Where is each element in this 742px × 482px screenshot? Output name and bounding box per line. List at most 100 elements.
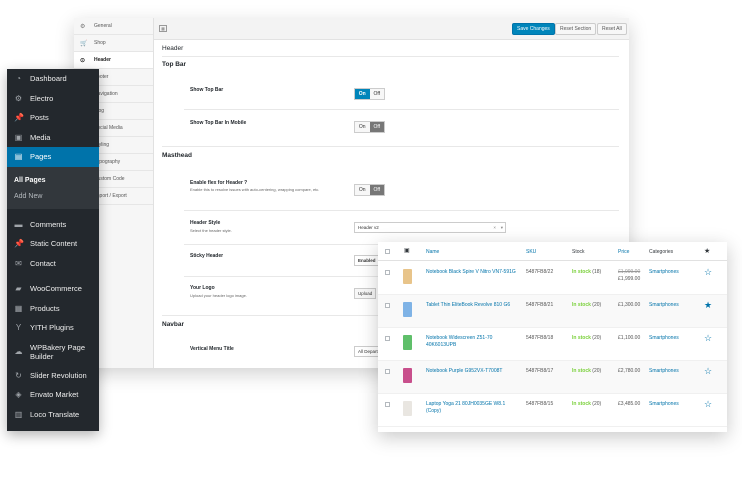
sidebar-item-woocommerce[interactable]: ▰ WooCommerce — [7, 279, 99, 299]
product-thumbnail[interactable] — [403, 368, 412, 383]
product-stock: In stock (20) — [572, 401, 601, 407]
save-changes-button[interactable]: Save Changes — [512, 23, 555, 35]
sidebar-item-label: Dashboard — [30, 74, 67, 84]
stock-status: In stock — [572, 368, 591, 374]
row-checkbox[interactable] — [385, 270, 390, 275]
table-row[interactable]: Notebook Purple G952VX-T7008T 5487FB8/17 I… — [378, 361, 727, 394]
comments-icon: ▬ — [14, 219, 23, 229]
product-stock: In stock (18) — [572, 269, 601, 275]
product-thumbnail[interactable] — [403, 269, 412, 284]
options-nav-label: Shop — [94, 40, 106, 46]
row-checkbox[interactable] — [385, 402, 390, 407]
pages-icon: ▤ — [14, 152, 23, 162]
product-category-link[interactable]: Smartphones — [649, 335, 679, 341]
product-stock: In stock (20) — [572, 302, 601, 308]
product-name-link[interactable]: Notebook Widescreen Z51-70 40K6013UPB — [426, 335, 521, 349]
product-name-link[interactable]: Notebook Purple G952VX-T7008T — [426, 368, 521, 375]
flex-header-label: Enable flex for Header ? — [190, 180, 248, 186]
section-title: Header — [162, 45, 184, 52]
product-category-link[interactable]: Smartphones — [649, 368, 679, 374]
sidebar-item-envato-market[interactable]: ◈ Envato Market — [7, 385, 99, 405]
submenu-all-pages[interactable]: All Pages — [7, 173, 99, 189]
product-name-link[interactable]: Notebook Black Spire V Nitro VN7-591G — [426, 269, 521, 276]
sidebar-item-media[interactable]: ▣ Media — [7, 128, 99, 148]
product-thumbnail[interactable] — [403, 401, 412, 416]
sidebar-item-label: WooCommerce — [30, 284, 82, 294]
sidebar-item-slider-revolution[interactable]: ↻ Slider Revolution — [7, 366, 99, 386]
sidebar-item-electro[interactable]: ⚙ Electro — [7, 89, 99, 109]
sidebar-item-label: Envato Market — [30, 390, 79, 400]
toggle-off[interactable]: Off — [369, 185, 384, 195]
price-current: £3,485.00 — [618, 401, 641, 407]
show-top-bar-mobile-toggle[interactable]: On Off — [354, 121, 385, 133]
product-name-link[interactable]: Laptop Yoga 21 80JH0035GE W8.1 (Copy) — [426, 401, 521, 415]
clear-icon[interactable]: × — [493, 223, 496, 233]
product-category-link[interactable]: Smartphones — [649, 302, 679, 308]
flex-header-toggle[interactable]: On Off — [354, 184, 385, 196]
row-checkbox[interactable] — [385, 336, 390, 341]
flex-header-desc: Enable this to resolve issues with auto-… — [190, 187, 320, 192]
options-nav-item-header[interactable]: ⊙ Header — [74, 52, 153, 69]
product-name-link[interactable]: Tablet Thin EliteBook Revolve 810 G6 — [426, 302, 521, 309]
toggle-on[interactable]: On — [355, 185, 370, 195]
row-checkbox[interactable] — [385, 303, 390, 308]
toggle-on[interactable]: On — [355, 122, 370, 132]
header-style-select[interactable]: Header v2 × ▾ — [354, 222, 506, 233]
table-row[interactable]: Tablet Thin EliteBook Revolve 810 G6 5487… — [378, 295, 727, 328]
reset-section-button[interactable]: Reset Section — [555, 23, 597, 35]
chevron-down-icon[interactable]: ▾ — [501, 223, 503, 233]
sidebar-item-loco-translate[interactable]: ▥ Loco Translate — [7, 405, 99, 425]
table-row[interactable]: Notebook Widescreen Z51-70 40K6013UPB 548… — [378, 328, 727, 361]
pin-icon: 📌 — [14, 239, 24, 249]
sidebar-item-posts[interactable]: 📌 Posts — [7, 108, 99, 128]
product-category-link[interactable]: Smartphones — [649, 401, 679, 407]
star-outline-icon[interactable]: ☆ — [704, 267, 712, 278]
sidebar-item-products[interactable]: ▦ Products — [7, 299, 99, 319]
star-outline-icon[interactable]: ☆ — [704, 366, 712, 377]
toggle-off[interactable]: Off — [369, 89, 384, 99]
sidebar-item-label: Loco Translate — [30, 409, 80, 419]
sidebar-item-pages[interactable]: ▤ Pages — [7, 147, 99, 167]
toggle-on[interactable]: On — [355, 89, 370, 99]
top-bar-heading: Top Bar — [162, 61, 187, 68]
options-nav-item-general[interactable]: ⚙ General — [74, 18, 153, 35]
navbar-heading: Navbar — [162, 321, 185, 328]
divider — [162, 146, 619, 147]
toggle-off[interactable]: Off — [369, 122, 384, 132]
sidebar-item-static-content[interactable]: 📌 Static Content — [7, 234, 99, 254]
sidebar-item-comments[interactable]: ▬ Comments — [7, 215, 99, 235]
star-outline-icon[interactable]: ☆ — [704, 399, 712, 410]
sidebar-item-contact[interactable]: ✉ Contact — [7, 254, 99, 274]
sidebar-item-wpbakery-page-builder[interactable]: ☁ WPBakery Page Builder — [7, 338, 99, 366]
product-thumbnail[interactable] — [403, 335, 412, 350]
column-sku[interactable]: SKU — [526, 249, 536, 255]
options-nav-label: Header — [94, 57, 111, 63]
column-featured-star-icon[interactable]: ★ — [704, 247, 710, 255]
table-row[interactable]: Notebook Black Spire V Nitro VN7-591G 548… — [378, 262, 727, 295]
header-style-label: Header Style — [190, 220, 221, 226]
product-category-link[interactable]: Smartphones — [649, 269, 679, 275]
upload-logo-button[interactable]: Upload — [354, 288, 377, 299]
column-price[interactable]: Price — [618, 249, 629, 255]
reset-all-button[interactable]: Reset All — [597, 23, 627, 35]
product-price: £2,780.00 — [618, 368, 640, 375]
wp-admin-sidebar: ◔ Dashboard ⚙ Electro 📌 Posts ▣ Media ▤ Pages All… — [7, 69, 99, 431]
column-name[interactable]: Name — [426, 249, 439, 255]
sidebar-item-dashboard[interactable]: ◔ Dashboard — [7, 69, 99, 89]
contact-icon: ✉ — [15, 258, 22, 268]
product-price: £1,999.00 £1,999.00 — [618, 269, 640, 283]
sidebar-item-yith-plugins[interactable]: Y YITH Plugins — [7, 318, 99, 338]
select-all-checkbox[interactable] — [385, 249, 390, 254]
row-checkbox[interactable] — [385, 369, 390, 374]
grid-icon[interactable]: ▦ — [159, 25, 167, 32]
sidebar-item-label: Electro — [30, 93, 54, 103]
star-filled-icon[interactable]: ★ — [704, 300, 712, 311]
star-outline-icon[interactable]: ☆ — [704, 333, 712, 344]
table-row[interactable]: Laptop Yoga 21 80JH0035GE W8.1 (Copy) 548… — [378, 394, 727, 427]
submenu-add-new[interactable]: Add New — [7, 189, 99, 205]
options-nav-item-shop[interactable]: 🛒 Shop — [74, 35, 153, 52]
stock-qty: (20) — [592, 368, 602, 374]
show-top-bar-toggle[interactable]: On Off — [354, 88, 385, 100]
slider-icon: ↻ — [15, 370, 22, 380]
product-thumbnail[interactable] — [403, 302, 412, 317]
